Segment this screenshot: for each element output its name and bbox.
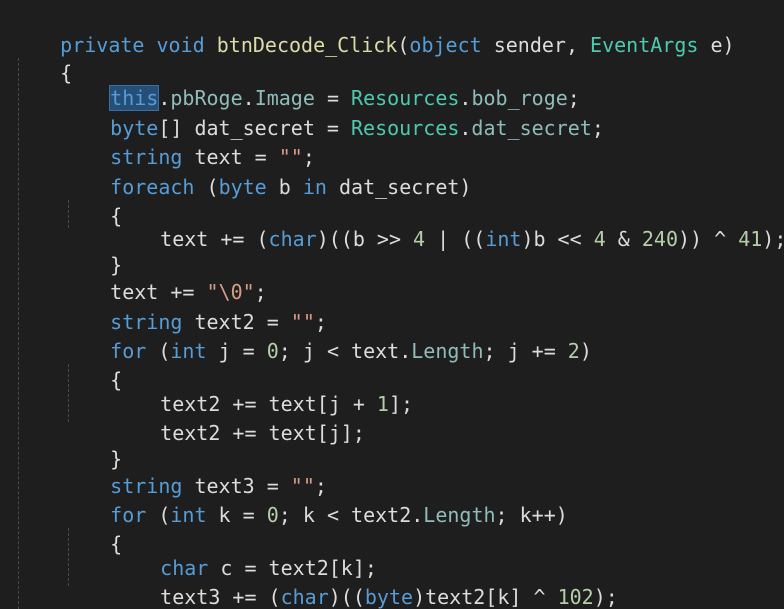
indent-guide <box>18 58 19 609</box>
property-token: Length <box>423 503 496 527</box>
keyword-token: int <box>170 339 207 363</box>
code-line-6[interactable]: foreach (byte b in dat_secret) <box>62 145 471 199</box>
code-line-8[interactable]: text += (char)((b >> 4 | ((int)b << 4 & … <box>112 197 784 251</box>
type-token: Resources <box>351 116 460 140</box>
code-token: ) <box>579 339 592 363</box>
code-token: & <box>605 227 642 251</box>
keyword-token: char <box>268 227 317 251</box>
property-token: dat_secret <box>471 116 592 140</box>
code-line-4[interactable]: byte[] dat_secret = Resources.dat_secret… <box>62 86 604 140</box>
code-token: e) <box>698 33 735 57</box>
code-line-5[interactable]: string text = ""; <box>62 115 315 169</box>
code-token: sender, <box>481 33 591 57</box>
code-line-17[interactable]: string text3 = ""; <box>62 444 327 498</box>
method-name-token: btnDecode_Click <box>216 33 398 57</box>
keyword-token: void <box>156 33 205 57</box>
code-token: ; j < text. <box>278 339 412 363</box>
code-line-22[interactable]: } <box>62 581 122 609</box>
code-token: ( <box>194 175 219 199</box>
number-token: 41 <box>738 227 763 251</box>
code-token: text2 += text[j]; <box>160 421 365 445</box>
code-token: )text2[k] ^ <box>413 585 558 609</box>
code-token: ( <box>397 33 410 57</box>
code-token: )((b >> <box>316 227 414 251</box>
code-token: )b << <box>521 227 594 251</box>
code-line-1[interactable]: private void btnDecode_Click(object send… <box>12 3 734 57</box>
code-token: )(( <box>328 585 365 609</box>
keyword-token: private <box>60 33 145 57</box>
number-token: 4 <box>593 227 606 251</box>
number-token: 0 <box>266 339 279 363</box>
code-line-12[interactable]: for (int j = 0; j < text.Length; j += 2) <box>62 309 592 363</box>
code-token: b <box>266 175 303 199</box>
code-token: ( <box>146 339 171 363</box>
code-token: ; <box>591 116 604 140</box>
code-line-14[interactable]: text2 += text[j + 1]; <box>112 362 413 416</box>
code-token: ; j += <box>483 339 568 363</box>
code-line-21[interactable]: text3 += (char)((byte)text2[k] ^ 102); <box>112 555 618 609</box>
type-token: EventArgs <box>590 33 699 57</box>
keyword-token: byte <box>364 585 414 609</box>
keyword-token: foreach <box>110 175 195 199</box>
code-token: . <box>459 116 472 140</box>
keyword-token: int <box>170 503 207 527</box>
number-token: 4 <box>413 227 426 251</box>
code-editor[interactable]: private void btnDecode_Click(object send… <box>0 0 784 609</box>
code-token: ); <box>593 585 618 609</box>
number-token: 2 <box>567 339 580 363</box>
keyword-token: int <box>485 227 522 251</box>
code-line-3[interactable]: this.pbRoge.Image = Resources.bob_roge; <box>62 56 580 111</box>
code-token: dat_secret) <box>326 175 472 199</box>
code-line-16[interactable]: } <box>62 417 122 471</box>
keyword-token: object <box>409 33 482 57</box>
code-line-15[interactable]: text2 += text[j]; <box>112 391 365 445</box>
code-token: j = <box>206 339 267 363</box>
number-token: 240 <box>641 227 678 251</box>
code-line-20[interactable]: char c = text2[k]; <box>112 526 377 580</box>
code-token: ]; <box>388 392 414 416</box>
number-token: 0 <box>266 503 279 527</box>
keyword-token: byte <box>218 175 267 199</box>
code-line-2[interactable]: { <box>12 31 72 85</box>
number-token: 1 <box>376 392 389 416</box>
code-token: ; k++) <box>495 503 568 527</box>
code-token: k = <box>206 503 267 527</box>
code-token: ( <box>146 503 171 527</box>
keyword-token: char <box>280 585 329 609</box>
code-token: text += ( <box>160 227 269 251</box>
code-token: text3 += ( <box>160 585 281 609</box>
code-token: ; k < text2. <box>278 503 424 527</box>
code-token: )) ^ <box>677 227 739 251</box>
code-line-10[interactable]: text += "\0"; <box>62 250 267 304</box>
keyword-token: in <box>302 175 327 199</box>
code-token: ); <box>762 227 784 251</box>
code-token: | (( <box>425 227 486 251</box>
code-line-18[interactable]: for (int k = 0; k < text2.Length; k++) <box>62 473 568 527</box>
property-token: Length <box>411 339 484 363</box>
code-line-9[interactable]: } <box>62 223 122 277</box>
code-line-11[interactable]: string text2 = ""; <box>62 280 327 334</box>
number-token: 102 <box>557 585 594 609</box>
